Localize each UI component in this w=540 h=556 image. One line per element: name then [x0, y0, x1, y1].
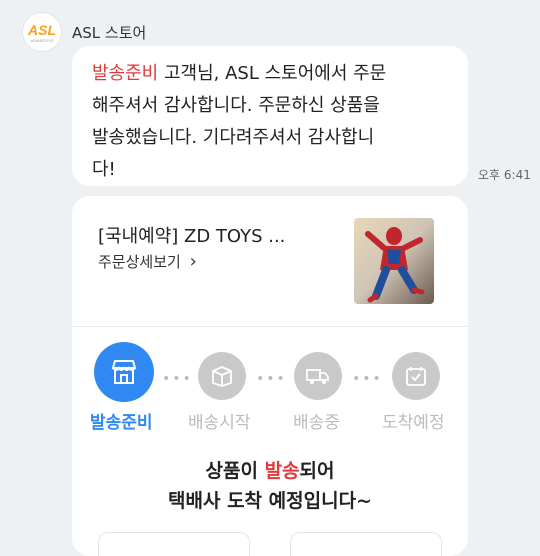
product-thumbnail[interactable]	[354, 218, 434, 304]
calendar-check-icon	[406, 367, 426, 386]
asl-logo-icon: ASL ASIANTOYS	[27, 22, 56, 43]
order-detail-label: 주문상세보기	[98, 253, 181, 271]
step-shipping-start-circle	[198, 352, 246, 400]
status-message-line-1: 상품이 발송되어	[72, 456, 468, 483]
step-label-in-transit: 배송중	[293, 413, 340, 433]
message-line-1: 발송준비 고객님, ASL 스토어에서 주문	[92, 58, 448, 90]
step-in-transit-circle	[294, 352, 342, 400]
status-message-part-2: 되어	[299, 460, 335, 482]
product-image	[354, 218, 434, 304]
chevron-right-icon: ›	[189, 251, 197, 272]
status-message-highlight: 발송	[264, 460, 300, 482]
truck-icon	[306, 369, 329, 384]
message-line-1-rest: 고객님, ASL 스토어에서 주문	[158, 63, 387, 84]
step-connector-dots: •••	[162, 371, 193, 387]
logo-subtext: ASIANTOYS	[31, 38, 54, 43]
step-label-arrival: 도착예정	[382, 413, 445, 433]
message-line-2: 해주셔서 감사합니다. 주문하신 상품을	[92, 95, 380, 116]
step-label-shipping-start: 배송시작	[188, 413, 251, 433]
step-label-ready: 발송준비	[90, 413, 153, 433]
step-arrival-circle	[392, 352, 440, 400]
logo-text: ASL	[27, 22, 56, 38]
message-line-4: 다!	[92, 159, 116, 180]
status-message-part-1: 상품이	[205, 460, 265, 482]
order-card: [국내예약] ZD TOYS ... 주문상세보기 › ••• ••• ••• …	[72, 196, 468, 556]
message-line-3: 발송했습니다. 기다려주셔서 감사합니	[92, 127, 375, 148]
message-timestamp: 오후 6:41	[478, 168, 531, 182]
step-connector-dots: •••	[352, 371, 383, 387]
store-icon	[111, 360, 137, 384]
sender-name: ASL 스토어	[72, 23, 147, 42]
message-bubble: 발송준비 고객님, ASL 스토어에서 주문 해주셔서 감사합니다. 주문하신 …	[72, 46, 468, 186]
status-message-line-2: 택배사 도착 예정입니다~	[168, 490, 372, 512]
action-button-left[interactable]	[98, 532, 250, 556]
action-button-right[interactable]	[290, 532, 442, 556]
message-highlight: 발송준비	[92, 63, 159, 84]
step-ready-circle	[94, 342, 154, 402]
order-detail-link[interactable]: 주문상세보기 ›	[98, 251, 197, 272]
product-title[interactable]: [국내예약] ZD TOYS ...	[98, 222, 285, 248]
box-icon	[212, 366, 232, 387]
card-divider	[72, 326, 468, 327]
avatar[interactable]: ASL ASIANTOYS	[22, 12, 62, 52]
step-connector-dots: •••	[256, 371, 287, 387]
